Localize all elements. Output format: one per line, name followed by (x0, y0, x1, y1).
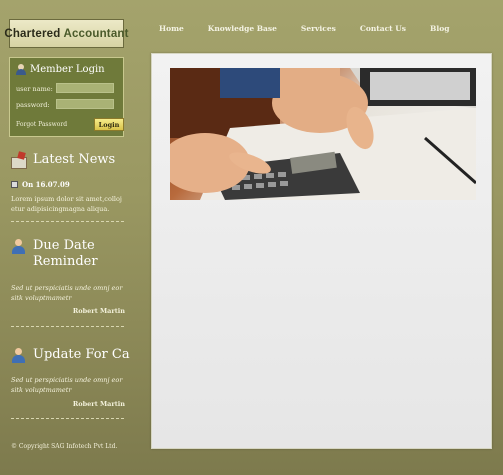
update-title: Update For Ca (33, 347, 130, 362)
latest-news-header: Latest News (11, 152, 116, 169)
main-nav: Home Knowledge Base Services Contact Us … (159, 24, 473, 33)
due-date-title-line1: Due Date (33, 238, 95, 253)
nav-home[interactable]: Home (159, 24, 184, 33)
forgot-password-link[interactable]: Forgot Password (16, 121, 67, 128)
news-date-row: On 16.07.09 (11, 180, 70, 189)
news-date: On 16.07.09 (22, 180, 70, 189)
hero-image (170, 68, 476, 200)
hands-calculator-illustration (170, 68, 476, 200)
due-date-author: Robert Martin (72, 307, 125, 315)
login-button[interactable]: Login (94, 118, 124, 131)
login-header: Member Login (16, 64, 105, 75)
news-text: Lorem ipsum dolor sit amet,colloj etur a… (11, 195, 122, 213)
site-logo[interactable]: Chartered Accountant (4, 19, 128, 48)
nav-blog[interactable]: Blog (430, 24, 449, 33)
logo-word-chartered: Chartered (4, 27, 61, 40)
update-header: Update For Ca (11, 347, 130, 364)
calendar-icon (11, 181, 18, 188)
person-icon (11, 347, 27, 364)
copyright: © Copyright SAG Infotech Pvt Ltd. (11, 443, 118, 450)
logo-word-accountant: Accountant (63, 27, 129, 40)
update-text: Sed ut perspiciatis unde omnj eor sitk v… (11, 376, 123, 394)
newspaper-icon (11, 152, 27, 169)
divider (11, 418, 124, 419)
due-date-title: Due Date Reminder (33, 238, 98, 270)
password-label: password: (16, 101, 50, 109)
nav-knowledge-base[interactable]: Knowledge Base (208, 24, 277, 33)
username-input[interactable] (56, 83, 114, 93)
nav-contact-us[interactable]: Contact Us (360, 24, 406, 33)
due-date-title-line2: Reminder (33, 254, 98, 269)
divider (11, 221, 124, 222)
due-date-text: Sed ut perspiciatis unde omnj eor sitk v… (11, 284, 123, 302)
divider (11, 326, 124, 327)
member-login-box: Member Login user name: password: Forgot… (9, 57, 124, 137)
login-title: Member Login (30, 64, 105, 75)
latest-news-title: Latest News (33, 152, 116, 167)
nav-services[interactable]: Services (301, 24, 336, 33)
main-content-panel (151, 53, 492, 449)
person-icon (11, 238, 27, 255)
due-date-header: Due Date Reminder (11, 238, 98, 270)
username-label: user name: (16, 85, 53, 93)
update-author: Robert Martin (72, 400, 125, 408)
password-input[interactable] (56, 99, 114, 109)
user-icon (16, 64, 26, 75)
